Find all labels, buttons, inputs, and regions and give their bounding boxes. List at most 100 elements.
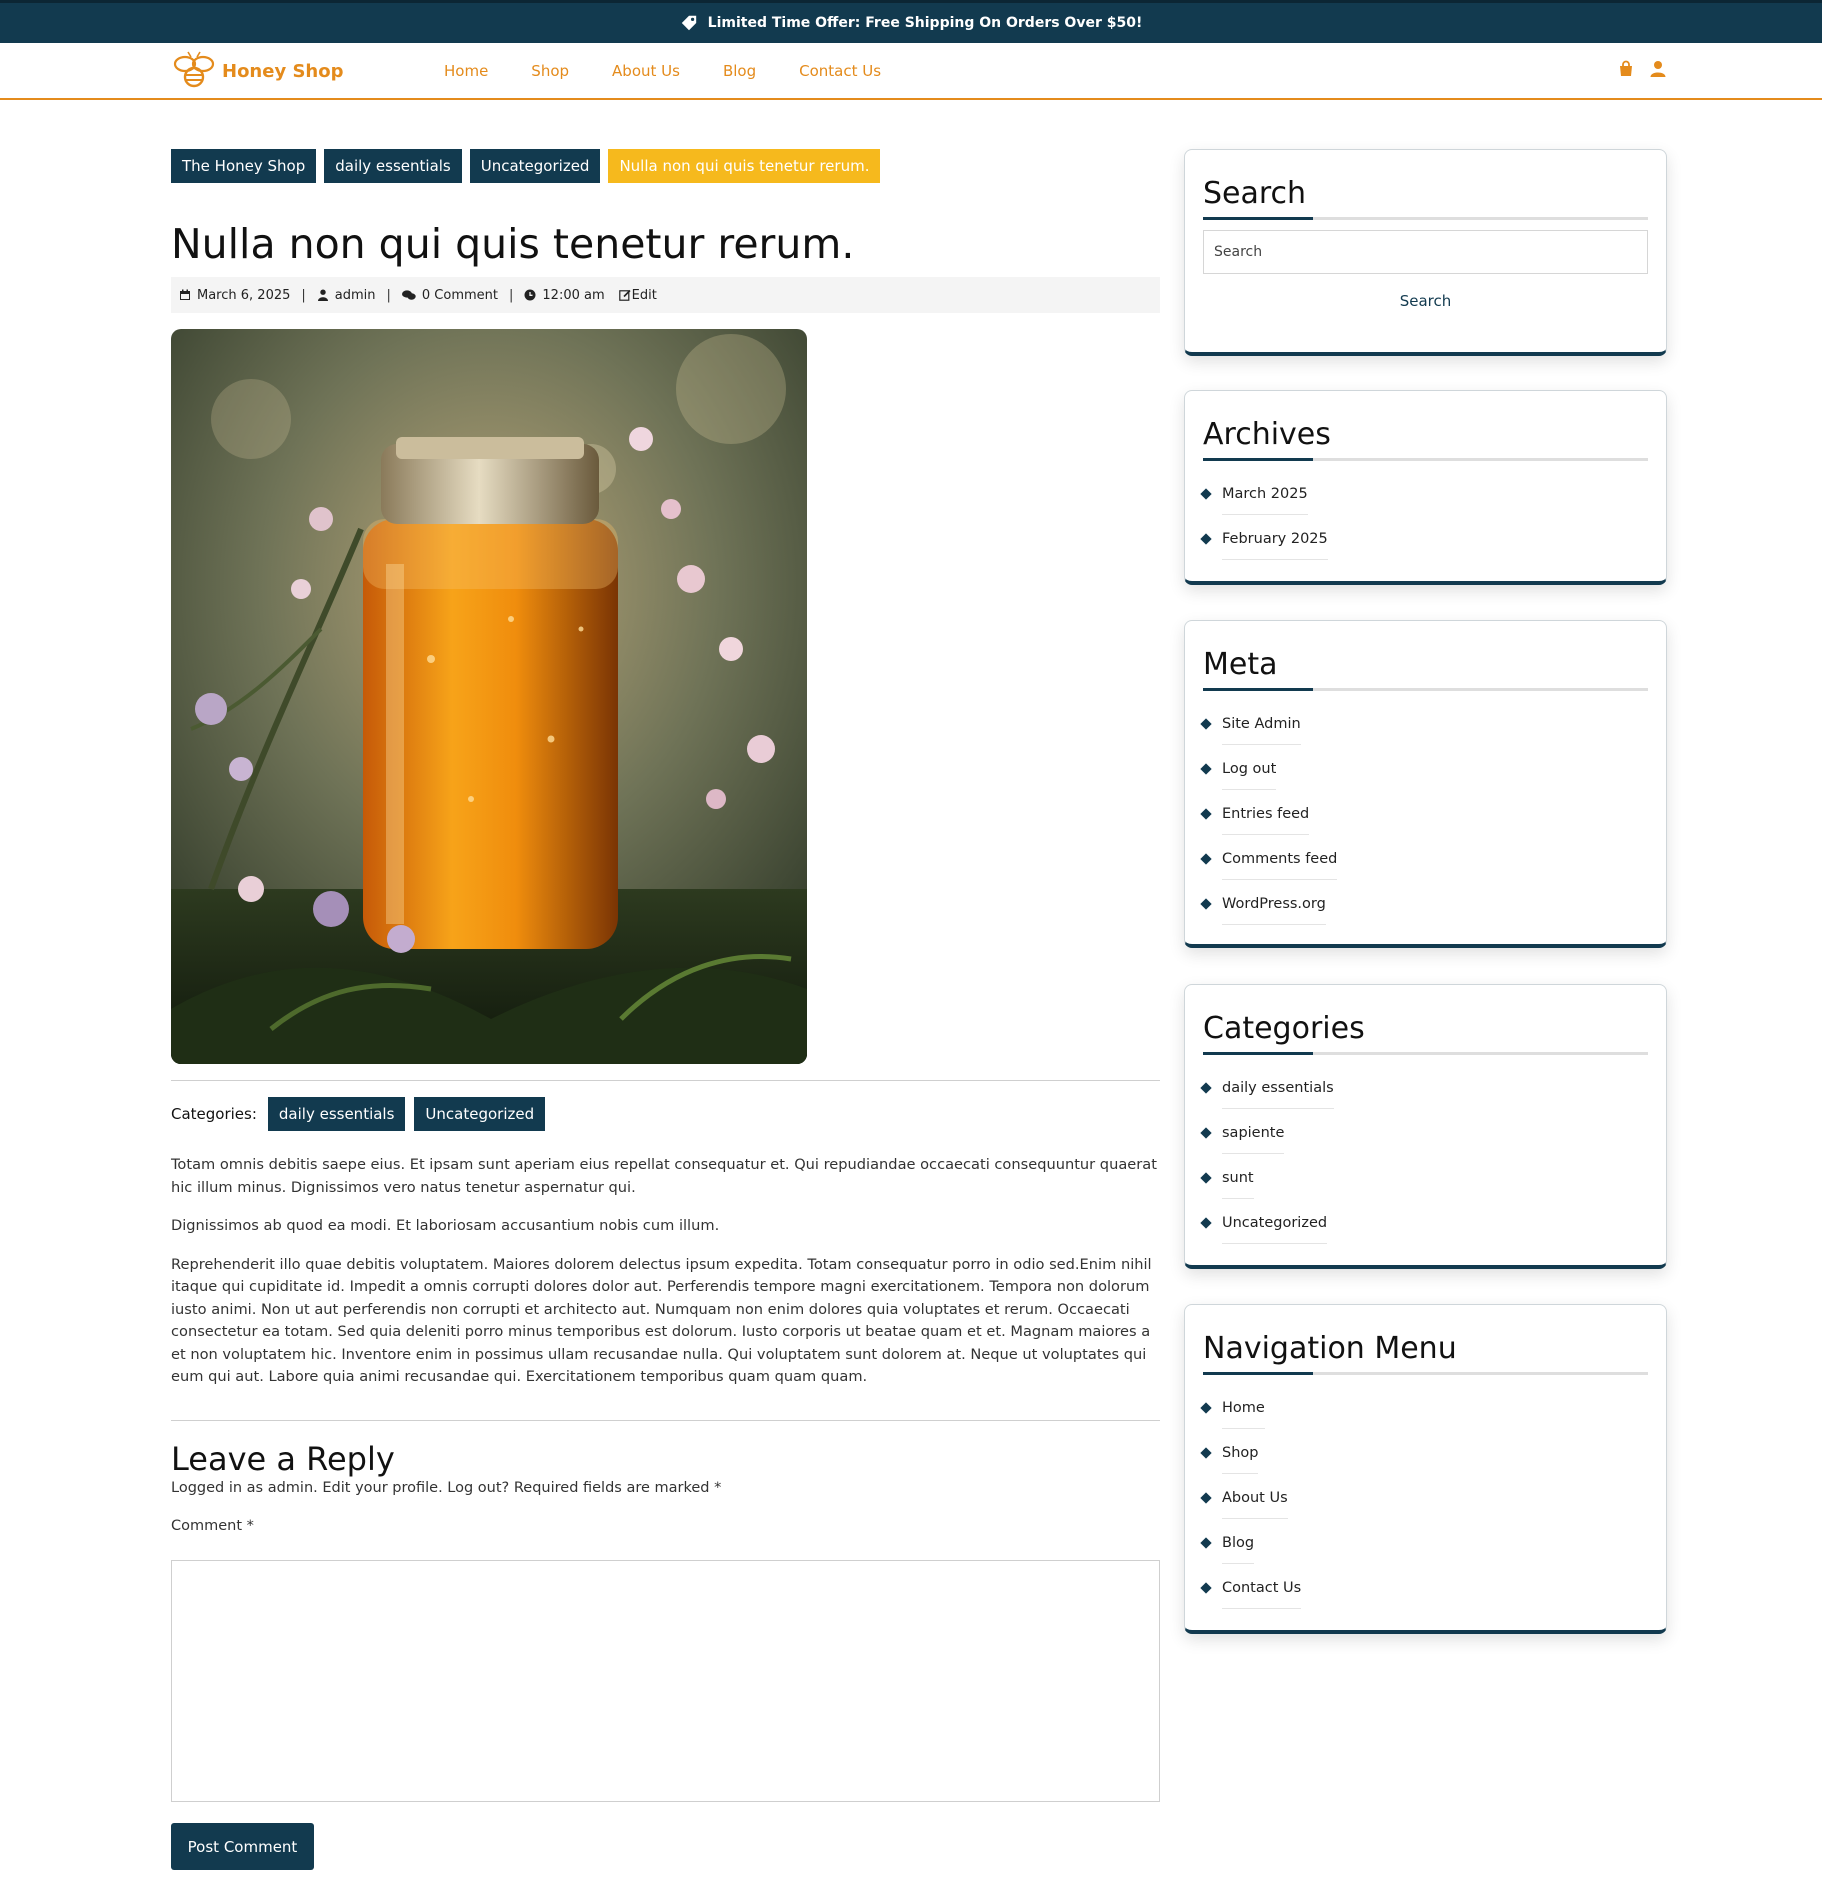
nav-contact-us[interactable]: Contact Us (799, 62, 881, 80)
offer-bar: Limited Time Offer: Free Shipping On Ord… (0, 0, 1822, 43)
widget-title: Categories (1203, 1011, 1365, 1046)
comment-textarea[interactable] (171, 1560, 1160, 1802)
list-item: sapiente (1200, 1110, 1648, 1155)
user-icon[interactable] (1649, 60, 1667, 78)
diamond-bullet-icon (1200, 852, 1212, 865)
meta-list: Site Admin Log out Entries feed Comments… (1200, 701, 1648, 926)
list-item: Entries feed (1200, 791, 1648, 836)
site-header: Honey Shop Home Shop About Us Blog Conta… (0, 43, 1822, 100)
meta-link[interactable]: Entries feed (1222, 793, 1310, 835)
category-link[interactable]: sapiente (1222, 1112, 1285, 1154)
categories-label: Categories: (171, 1105, 257, 1123)
divider (171, 1080, 1160, 1081)
list-item: Contact Us (1200, 1565, 1648, 1610)
edit-label: Edit (631, 287, 657, 303)
logged-in-notice: Logged in as admin. Edit your profile. L… (171, 1480, 721, 1496)
edit-profile-link[interactable]: Edit your profile. (322, 1480, 442, 1496)
logged-in-text: Logged in as admin. (171, 1480, 323, 1496)
category-link[interactable]: daily essentials (1222, 1067, 1334, 1109)
diamond-bullet-icon (1200, 1446, 1212, 1459)
list-item: WordPress.org (1200, 881, 1648, 926)
diamond-bullet-icon (1200, 1536, 1212, 1549)
diamond-bullet-icon (1200, 487, 1212, 500)
archive-link[interactable]: March 2025 (1222, 473, 1308, 515)
logout-link[interactable]: Log out? (447, 1480, 509, 1496)
edit-icon (618, 289, 631, 301)
post-comment-count[interactable]: 0 Comment (422, 288, 498, 303)
edit-post-link[interactable]: Edit (618, 287, 657, 303)
meta-link[interactable]: Comments feed (1222, 838, 1338, 880)
widget-title: Navigation Menu (1203, 1331, 1457, 1366)
post-date[interactable]: March 6, 2025 (197, 288, 290, 303)
category-link[interactable]: Uncategorized (1222, 1202, 1328, 1244)
search-button[interactable]: Search (1400, 292, 1452, 310)
diamond-bullet-icon (1200, 717, 1212, 730)
widget-title-underline (1203, 688, 1648, 691)
featured-image-honey-jar (171, 329, 807, 1064)
breadcrumb-current: Nulla non qui quis tenetur rerum. (608, 149, 881, 183)
divider (171, 1420, 1160, 1421)
author-icon (317, 289, 328, 301)
category-link[interactable]: sunt (1222, 1157, 1254, 1199)
archive-link[interactable]: February 2025 (1222, 518, 1328, 560)
post-time: 12:00 am (542, 287, 605, 303)
offer-text: Limited Time Offer: Free Shipping On Ord… (707, 15, 1143, 31)
list-item: Site Admin (1200, 701, 1648, 746)
post-paragraph: Reprehenderit illo quae debitis voluptat… (171, 1255, 1152, 1386)
category-tag-uncategorized[interactable]: Uncategorized (414, 1097, 546, 1131)
nav-about-us[interactable]: About Us (612, 62, 680, 80)
widget-title-underline (1203, 217, 1648, 220)
list-item: Home (1200, 1385, 1648, 1430)
breadcrumb-home[interactable]: The Honey Shop (171, 149, 317, 183)
site-logo[interactable]: Honey Shop (170, 51, 343, 91)
breadcrumb-uncategorized[interactable]: Uncategorized (469, 149, 601, 183)
sidebar-nav-home[interactable]: Home (1222, 1387, 1265, 1429)
required-note: Required fields are marked * (509, 1480, 722, 1496)
categories-list: daily essentials sapiente sunt Uncategor… (1200, 1065, 1648, 1245)
sidebar-nav-about-us[interactable]: About Us (1222, 1477, 1288, 1519)
navigation-list: Home Shop About Us Blog Contact Us (1200, 1385, 1648, 1610)
sidebar-nav-shop[interactable]: Shop (1222, 1432, 1259, 1474)
list-item: sunt (1200, 1155, 1648, 1200)
widget-title-underline (1203, 1372, 1648, 1375)
list-item: March 2025 (1200, 471, 1648, 516)
diamond-bullet-icon (1200, 1171, 1212, 1184)
search-widget: Search Search (1184, 149, 1667, 356)
comments-icon (401, 290, 416, 300)
comment-label: Comment * (171, 1518, 254, 1534)
diamond-bullet-icon (1200, 1401, 1212, 1414)
diamond-bullet-icon (1200, 1581, 1212, 1594)
list-item: Shop (1200, 1430, 1648, 1475)
post-title: Nulla non qui quis tenetur rerum. (171, 220, 855, 268)
search-input[interactable] (1203, 230, 1648, 274)
shopping-bag-icon[interactable] (1617, 60, 1635, 78)
post-comment-button[interactable]: Post Comment (171, 1823, 314, 1870)
breadcrumb-daily-essentials[interactable]: daily essentials (324, 149, 462, 183)
post-paragraph: Dignissimos ab quod ea modi. Et laborios… (171, 1217, 720, 1234)
list-item: About Us (1200, 1475, 1648, 1520)
tag-icon (680, 14, 698, 32)
diamond-bullet-icon (1200, 1491, 1212, 1504)
diamond-bullet-icon (1200, 762, 1212, 775)
meta-link[interactable]: WordPress.org (1222, 883, 1326, 925)
nav-home[interactable]: Home (444, 62, 488, 80)
main-nav: Home Shop About Us Blog Contact Us (444, 62, 924, 80)
categories-widget: Categories daily essentials sapiente sun… (1184, 984, 1667, 1269)
list-item: Comments feed (1200, 836, 1648, 881)
post-author[interactable]: admin (335, 288, 376, 303)
nav-shop[interactable]: Shop (531, 62, 569, 80)
diamond-bullet-icon (1200, 1126, 1212, 1139)
clock-icon (524, 289, 536, 301)
meta-link[interactable]: Log out (1222, 748, 1277, 790)
meta-link[interactable]: Site Admin (1222, 703, 1301, 745)
sidebar-nav-blog[interactable]: Blog (1222, 1522, 1255, 1564)
category-tag-daily-essentials[interactable]: daily essentials (267, 1097, 406, 1131)
diamond-bullet-icon (1200, 807, 1212, 820)
list-item: February 2025 (1200, 516, 1648, 561)
header-icons (1617, 60, 1667, 78)
nav-blog[interactable]: Blog (723, 62, 756, 80)
reply-title: Leave a Reply (171, 1440, 395, 1478)
list-item: Log out (1200, 746, 1648, 791)
post-content: Totam omnis debitis saepe eius. Et ipsam… (171, 1154, 1160, 1405)
sidebar-nav-contact-us[interactable]: Contact Us (1222, 1567, 1302, 1609)
